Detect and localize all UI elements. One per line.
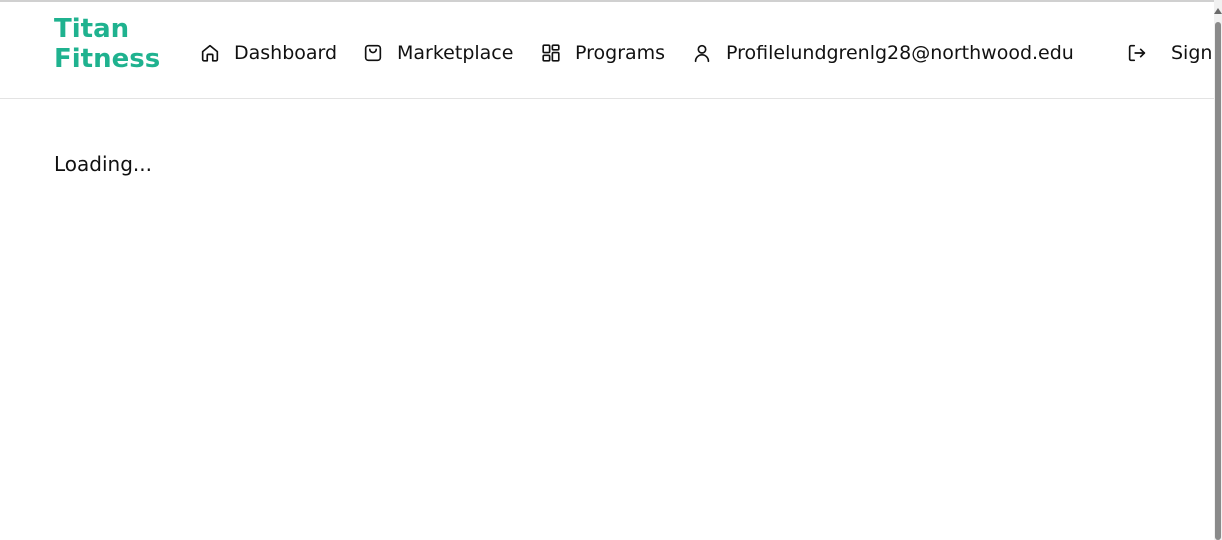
- nav-programs-label: Programs: [575, 42, 666, 64]
- scroll-up-arrow-icon[interactable]: [1214, 8, 1222, 14]
- home-icon: [198, 41, 222, 65]
- scrollbar-thumb[interactable]: [1215, 22, 1221, 540]
- nav-dashboard-label: Dashboard: [234, 42, 338, 64]
- nav-programs[interactable]: Programs: [539, 40, 665, 66]
- nav-sign-out[interactable]: Sign: [1125, 40, 1212, 66]
- main-content: Loading...: [54, 152, 152, 176]
- nav-profile-label: Profilelundgrenlg28@northwood.edu: [726, 42, 1074, 64]
- grid-icon: [539, 41, 563, 65]
- top-navbar: Titan Fitness Dashboard Marketplace Prog…: [0, 2, 1214, 99]
- nav-sign-out-label: Sign: [1171, 42, 1213, 64]
- user-icon: [690, 41, 714, 65]
- shopping-bag-icon: [361, 41, 385, 65]
- brand-logo[interactable]: Titan Fitness: [54, 14, 164, 74]
- nav-marketplace[interactable]: Marketplace: [361, 40, 513, 66]
- nav-dashboard[interactable]: Dashboard: [198, 40, 337, 66]
- sign-out-icon: [1125, 41, 1149, 65]
- nav-profile[interactable]: Profilelundgrenlg28@northwood.edu: [690, 40, 1074, 66]
- loading-text: Loading...: [54, 152, 152, 176]
- nav-marketplace-label: Marketplace: [397, 42, 514, 64]
- vertical-scrollbar[interactable]: [1214, 0, 1222, 540]
